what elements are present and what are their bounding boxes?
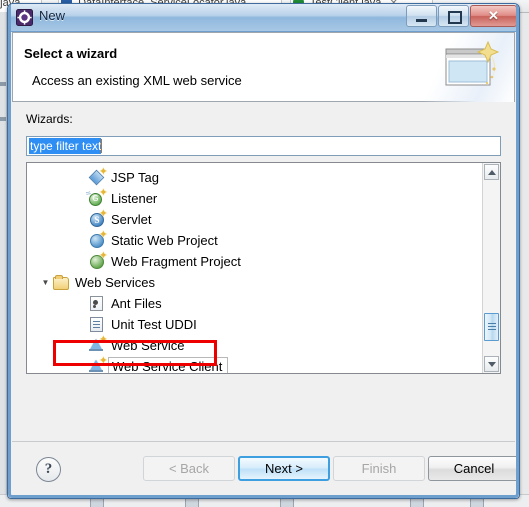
wizard-banner-icon: [445, 40, 500, 87]
tree-item-web-fragment-project[interactable]: ✦ Web Fragment Project: [27, 251, 483, 272]
scrollbar-thumb[interactable]: [484, 313, 499, 341]
tree-item-web-service[interactable]: ✦ Web Service: [27, 335, 483, 356]
folder-open-icon: [53, 274, 71, 291]
tree-item-servlet[interactable]: S ✦ Servlet: [27, 209, 483, 230]
tree-scrollbar[interactable]: [482, 163, 500, 373]
dialog-title-bar[interactable]: New ✕: [8, 4, 519, 32]
tree-item-label: Static Web Project: [111, 233, 218, 248]
text-caret: [101, 139, 103, 153]
tree-item-unit-test-uddi[interactable]: Unit Test UDDI: [27, 314, 483, 335]
finish-button[interactable]: Finish: [333, 456, 425, 481]
static-web-project-icon: ✦: [89, 230, 108, 249]
scroll-down-button[interactable]: [484, 356, 499, 372]
tree-item-label: Web Service: [111, 338, 185, 353]
wizard-header: Select a wizard Access an existing XML w…: [12, 32, 515, 102]
wizard-tree[interactable]: ✦ JSP Tag ≈ G ✦ Listener S ✦ Servlet ✦ S…: [26, 162, 501, 374]
tree-item-label: Listener: [111, 191, 158, 206]
next-button[interactable]: Next >: [238, 456, 330, 481]
editor-left-ruler: [0, 12, 7, 494]
tree-item-label: Servlet: [111, 212, 152, 227]
wizards-label: Wizards:: [26, 112, 73, 126]
ant-files-icon: [89, 295, 107, 312]
web-service-client-icon: ✦: [89, 356, 108, 373]
listener-icon: ≈ G ✦: [84, 187, 108, 207]
close-icon: ✕: [488, 8, 499, 23]
minimize-icon: [416, 19, 427, 22]
tree-item-ant-files[interactable]: Ant Files: [27, 293, 483, 314]
page-description: Access an existing XML web service: [32, 73, 242, 88]
filter-input-value: type filter text: [29, 138, 102, 154]
dialog-title: New: [39, 8, 66, 23]
tree-item-label: Web Service Client: [108, 357, 229, 373]
maximize-icon: [448, 11, 462, 24]
unit-test-uddi-icon: [89, 316, 107, 333]
web-service-icon: ✦: [89, 335, 108, 354]
scroll-down-icon: [488, 362, 496, 367]
window-controls: ✕: [406, 5, 517, 27]
tree-item-label: Web Fragment Project: [111, 254, 241, 269]
tree-item-label: Ant Files: [111, 296, 162, 311]
tree-item-jsp-tag[interactable]: ✦ JSP Tag: [27, 167, 483, 188]
help-button[interactable]: ?: [36, 457, 61, 482]
tree-item-listener[interactable]: ≈ G ✦ Listener: [27, 187, 483, 209]
maximize-button[interactable]: [438, 5, 469, 27]
tree-item-static-web-project[interactable]: ✦ Static Web Project: [27, 230, 483, 251]
filter-input[interactable]: type filter text: [26, 136, 501, 156]
page-title: Select a wizard: [24, 46, 118, 61]
jsp-tag-icon: ✦: [88, 167, 108, 186]
tree-item-web-services[interactable]: ▼ Web Services: [27, 272, 483, 293]
close-button[interactable]: ✕: [470, 5, 517, 27]
dialog-button-bar: ? < Back Next > Finish Cancel: [12, 441, 519, 495]
wizard-body: Wizards: type filter text ✦ JSP Tag ≈ G ✦: [12, 102, 515, 441]
servlet-icon: S ✦: [89, 209, 108, 228]
web-fragment-project-icon: ✦: [89, 251, 108, 270]
new-wizard-dialog: New ✕ Select a wizard Access an existing…: [7, 3, 520, 499]
scroll-up-icon: [488, 170, 496, 175]
tree-item-label: Unit Test UDDI: [111, 317, 197, 332]
back-button[interactable]: < Back: [143, 456, 235, 481]
new-wizard-icon: [16, 9, 33, 26]
tree-item-label: JSP Tag: [111, 170, 159, 185]
tree-item-label: Web Services: [75, 275, 155, 290]
expand-arrow-icon[interactable]: ▼: [38, 278, 53, 287]
cancel-button[interactable]: Cancel: [428, 456, 519, 481]
scroll-up-button[interactable]: [484, 164, 499, 180]
minimize-button[interactable]: [406, 5, 437, 27]
scrollbar-grip: [488, 323, 496, 324]
tree-item-web-service-client[interactable]: ✦ Web Service Client: [27, 356, 483, 373]
